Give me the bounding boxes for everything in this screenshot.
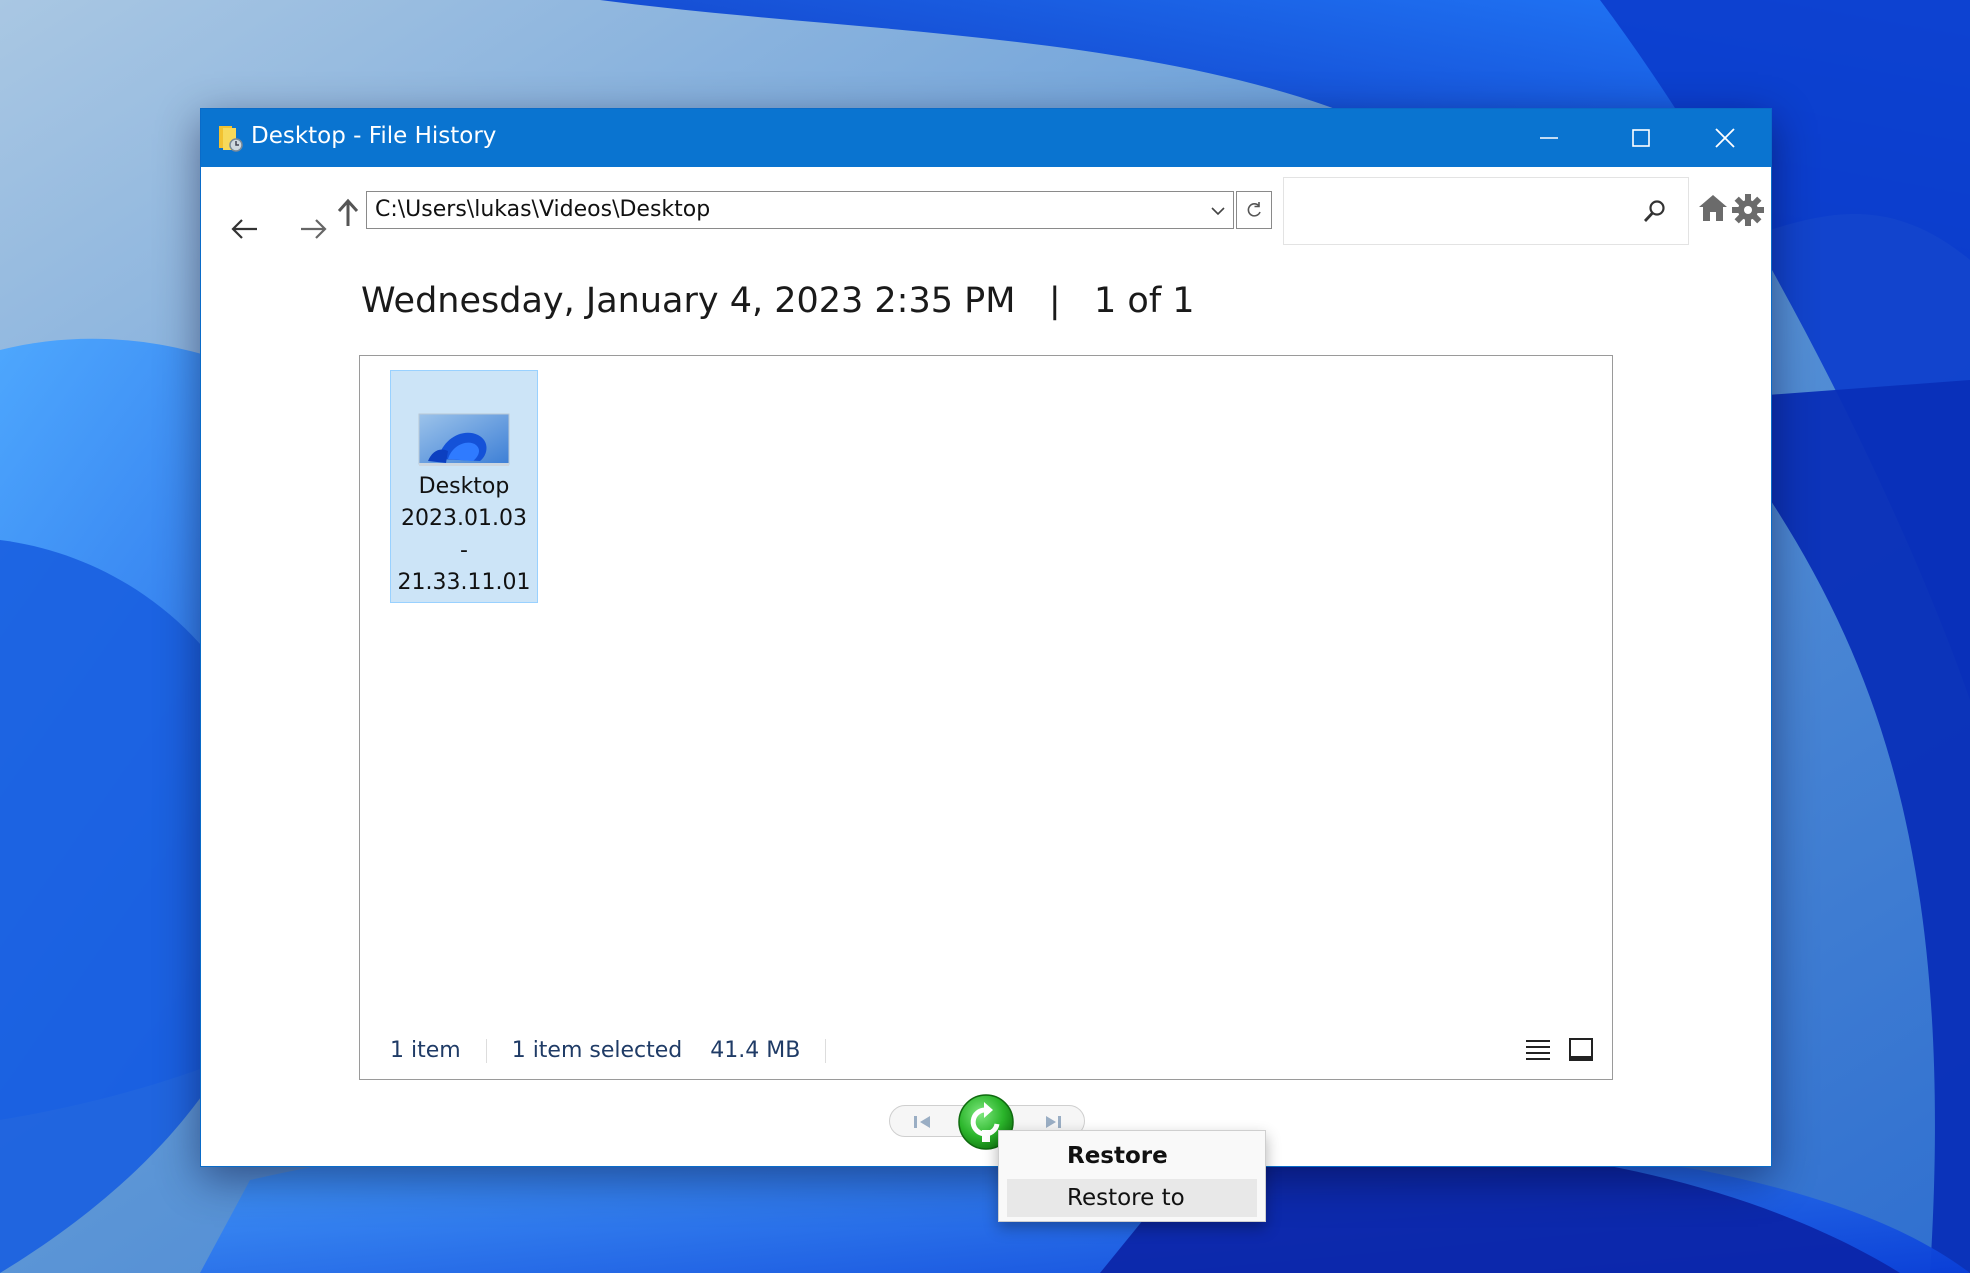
status-bar: 1 item 1 item selected 41.4 MB (390, 1038, 844, 1063)
details-view-icon (1526, 1040, 1550, 1060)
selected-info: 1 item selected (511, 1038, 683, 1063)
minimize-icon (1540, 137, 1558, 139)
restore-context-menu: Restore Restore to (998, 1130, 1266, 1222)
close-icon (1715, 128, 1735, 148)
previous-version-icon[interactable] (912, 1113, 934, 1131)
chevron-down-icon[interactable] (1209, 202, 1227, 220)
back-arrow-icon (231, 219, 257, 239)
search-icon[interactable] (1642, 198, 1668, 224)
file-item-desktop[interactable]: Desktop 2023.01.03 - 21.33.11.01 (390, 370, 538, 603)
file-name-line: - (460, 538, 468, 563)
file-name-line: Desktop (418, 474, 510, 499)
maximize-icon (1632, 129, 1650, 147)
up-button[interactable] (333, 195, 363, 231)
menu-item-restore-to[interactable]: Restore to (1007, 1179, 1257, 1217)
search-input[interactable] (1283, 177, 1689, 245)
forward-button[interactable] (293, 209, 333, 249)
backup-date: Wednesday, January 4, 2023 2:35 PM (361, 281, 1016, 321)
refresh-button[interactable] (1236, 191, 1272, 229)
window-title: Desktop - File History (251, 123, 497, 149)
status-divider (825, 1039, 827, 1063)
gear-icon[interactable] (1731, 193, 1765, 227)
refresh-icon (1247, 202, 1261, 217)
heading-divider: | (1048, 281, 1061, 321)
large-icons-view-icon (1569, 1038, 1593, 1061)
close-button[interactable] (1679, 109, 1771, 167)
file-history-icon (219, 126, 243, 152)
file-history-window: Desktop - File History C:\Users\lukas\Vi… (200, 108, 1772, 1167)
page-position: 1 of 1 (1094, 281, 1195, 321)
home-icon[interactable] (1697, 193, 1729, 223)
address-path: C:\Users\lukas\Videos\Desktop (375, 197, 711, 222)
folder-thumbnail-icon (418, 413, 510, 466)
address-bar[interactable]: C:\Users\lukas\Videos\Desktop (366, 191, 1234, 229)
minimize-button[interactable] (1503, 109, 1595, 167)
large-icons-view-button[interactable] (1568, 1038, 1594, 1066)
status-divider (485, 1039, 487, 1063)
file-name: Desktop 2023.01.03 - 21.33.11.01 (391, 471, 537, 599)
forward-arrow-icon (301, 219, 327, 239)
item-count: 1 item (390, 1038, 461, 1063)
backup-date-heading: Wednesday, January 4, 2023 2:35 PM | 1 o… (361, 281, 1195, 321)
maximize-button[interactable] (1595, 109, 1687, 167)
title-bar[interactable]: Desktop - File History (201, 109, 1771, 167)
details-view-button[interactable] (1525, 1038, 1551, 1066)
menu-item-restore[interactable]: Restore (1007, 1137, 1257, 1175)
next-version-icon[interactable] (1042, 1113, 1064, 1131)
selected-size: 41.4 MB (710, 1038, 801, 1063)
file-list-pane[interactable]: Desktop 2023.01.03 - 21.33.11.01 1 item … (359, 355, 1613, 1080)
file-name-line: 2023.01.03 (401, 506, 527, 531)
file-name-line: 21.33.11.01 (397, 570, 531, 595)
up-arrow-icon (337, 198, 359, 226)
back-button[interactable] (225, 209, 265, 249)
